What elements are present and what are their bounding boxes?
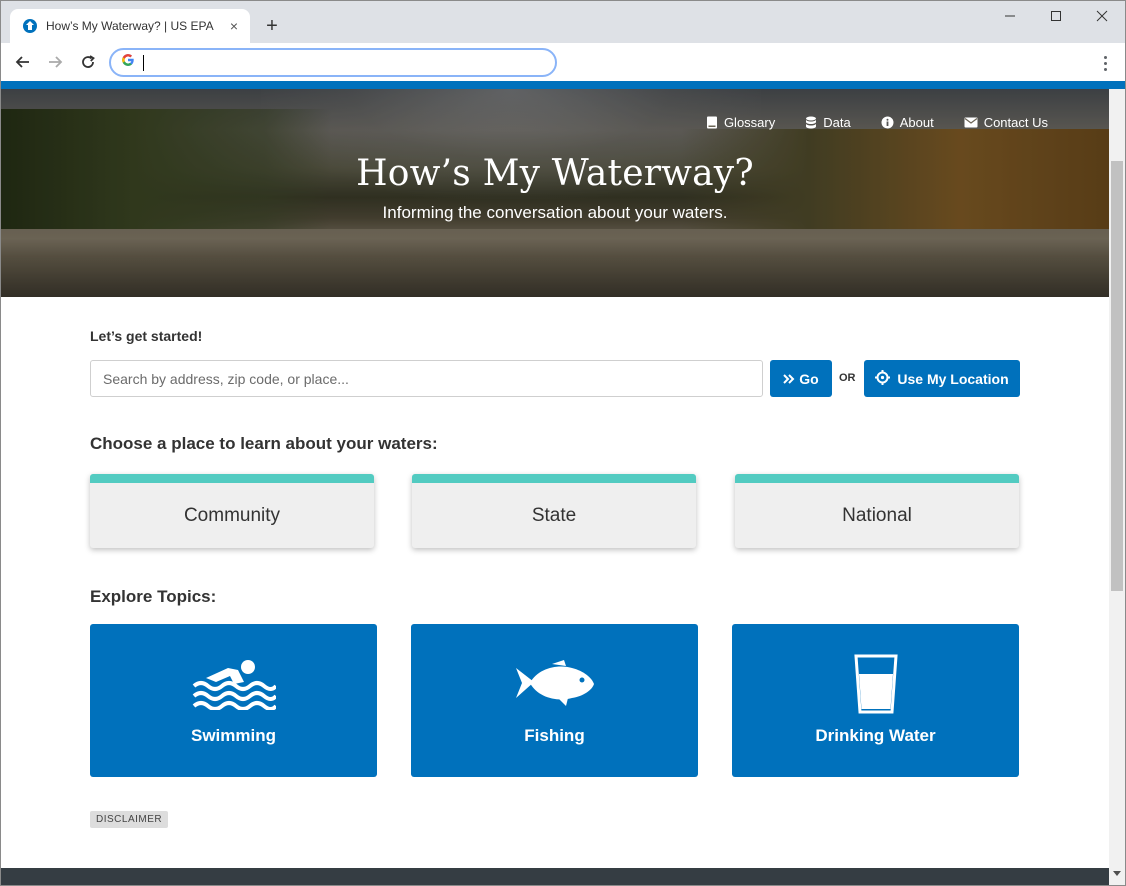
header-nav: Glossary Data About Contact Us bbox=[706, 115, 1048, 130]
disclaimer-button[interactable]: DISCLAIMER bbox=[90, 811, 169, 828]
reload-icon[interactable] bbox=[75, 49, 101, 75]
topic-label-swimming: Swimming bbox=[190, 726, 276, 745]
nav-data[interactable]: Data bbox=[805, 115, 851, 130]
nav-data-label: Data bbox=[823, 115, 851, 130]
page-footer bbox=[1, 868, 1109, 885]
or-divider-label: OR bbox=[839, 372, 856, 384]
go-button[interactable]: Go bbox=[770, 360, 832, 397]
nav-about[interactable]: About bbox=[881, 115, 934, 130]
nav-about-label: About bbox=[899, 115, 934, 130]
water-glass-icon bbox=[732, 652, 1019, 716]
swimmer-icon bbox=[90, 652, 377, 716]
topics-heading: Explore Topics: bbox=[90, 587, 217, 606]
browser-toolbar bbox=[1, 43, 1125, 81]
nav-contact-us-label: Contact Us bbox=[983, 115, 1048, 130]
hero-banner: Glossary Data About Contact Us How’s My … bbox=[1, 89, 1109, 297]
topic-label-drinking-water: Drinking Water bbox=[815, 726, 936, 745]
tab-close-icon[interactable]: × bbox=[226, 18, 242, 34]
places-heading: Choose a place to learn about your water… bbox=[90, 434, 438, 453]
book-icon bbox=[706, 116, 718, 129]
use-my-location-label: Use My Location bbox=[897, 370, 1009, 387]
site-top-strip bbox=[1, 81, 1125, 89]
maximize-icon[interactable] bbox=[1033, 5, 1079, 27]
fish-icon bbox=[411, 652, 698, 716]
place-card-national[interactable]: National bbox=[735, 474, 1019, 548]
google-g-icon bbox=[121, 53, 135, 72]
nav-glossary[interactable]: Glossary bbox=[706, 115, 775, 130]
double-chevron-right-icon bbox=[783, 371, 795, 387]
topic-card-swimming[interactable]: Swimming bbox=[90, 624, 377, 777]
search-input[interactable] bbox=[90, 360, 763, 397]
tab-title: How’s My Waterway? | US EPA bbox=[46, 19, 214, 33]
topic-label-fishing: Fishing bbox=[524, 726, 585, 745]
address-bar[interactable] bbox=[109, 48, 557, 77]
crosshairs-icon bbox=[875, 369, 891, 388]
text-caret bbox=[143, 54, 144, 71]
topic-card-fishing[interactable]: Fishing bbox=[411, 624, 698, 777]
scrollbar-thumb[interactable] bbox=[1111, 161, 1123, 591]
new-tab-button[interactable]: + bbox=[261, 15, 283, 37]
envelope-icon bbox=[964, 117, 978, 128]
search-heading: Let’s get started! bbox=[90, 328, 203, 344]
page-subtitle: Informing the conversation about your wa… bbox=[382, 203, 728, 222]
scroll-down-arrow-icon[interactable] bbox=[1113, 871, 1121, 876]
info-icon bbox=[881, 116, 894, 129]
browser-window: How’s My Waterway? | US EPA × + Glossary… bbox=[0, 0, 1126, 886]
page-title: How’s My Waterway? bbox=[356, 153, 754, 194]
use-my-location-button[interactable]: Use My Location bbox=[864, 360, 1020, 397]
epa-favicon-icon bbox=[22, 18, 38, 34]
go-button-label: Go bbox=[799, 370, 819, 387]
nav-glossary-label: Glossary bbox=[723, 115, 776, 130]
place-card-community[interactable]: Community bbox=[90, 474, 374, 548]
vertical-scrollbar[interactable] bbox=[1109, 89, 1125, 885]
minimize-icon[interactable] bbox=[987, 5, 1033, 27]
database-icon bbox=[805, 116, 817, 129]
back-arrow-icon[interactable] bbox=[10, 49, 36, 75]
page-viewport: Glossary Data About Contact Us How’s My … bbox=[1, 89, 1109, 885]
close-window-icon[interactable] bbox=[1079, 5, 1125, 27]
nav-contact-us[interactable]: Contact Us bbox=[964, 115, 1048, 130]
forward-arrow-icon[interactable] bbox=[42, 49, 68, 75]
browser-tab[interactable]: How’s My Waterway? | US EPA × bbox=[10, 9, 250, 43]
topic-card-drinking-water[interactable]: Drinking Water bbox=[732, 624, 1019, 777]
place-card-state[interactable]: State bbox=[412, 474, 696, 548]
title-bar: How’s My Waterway? | US EPA × + bbox=[1, 1, 1125, 43]
browser-menu-icon[interactable] bbox=[1095, 51, 1115, 75]
